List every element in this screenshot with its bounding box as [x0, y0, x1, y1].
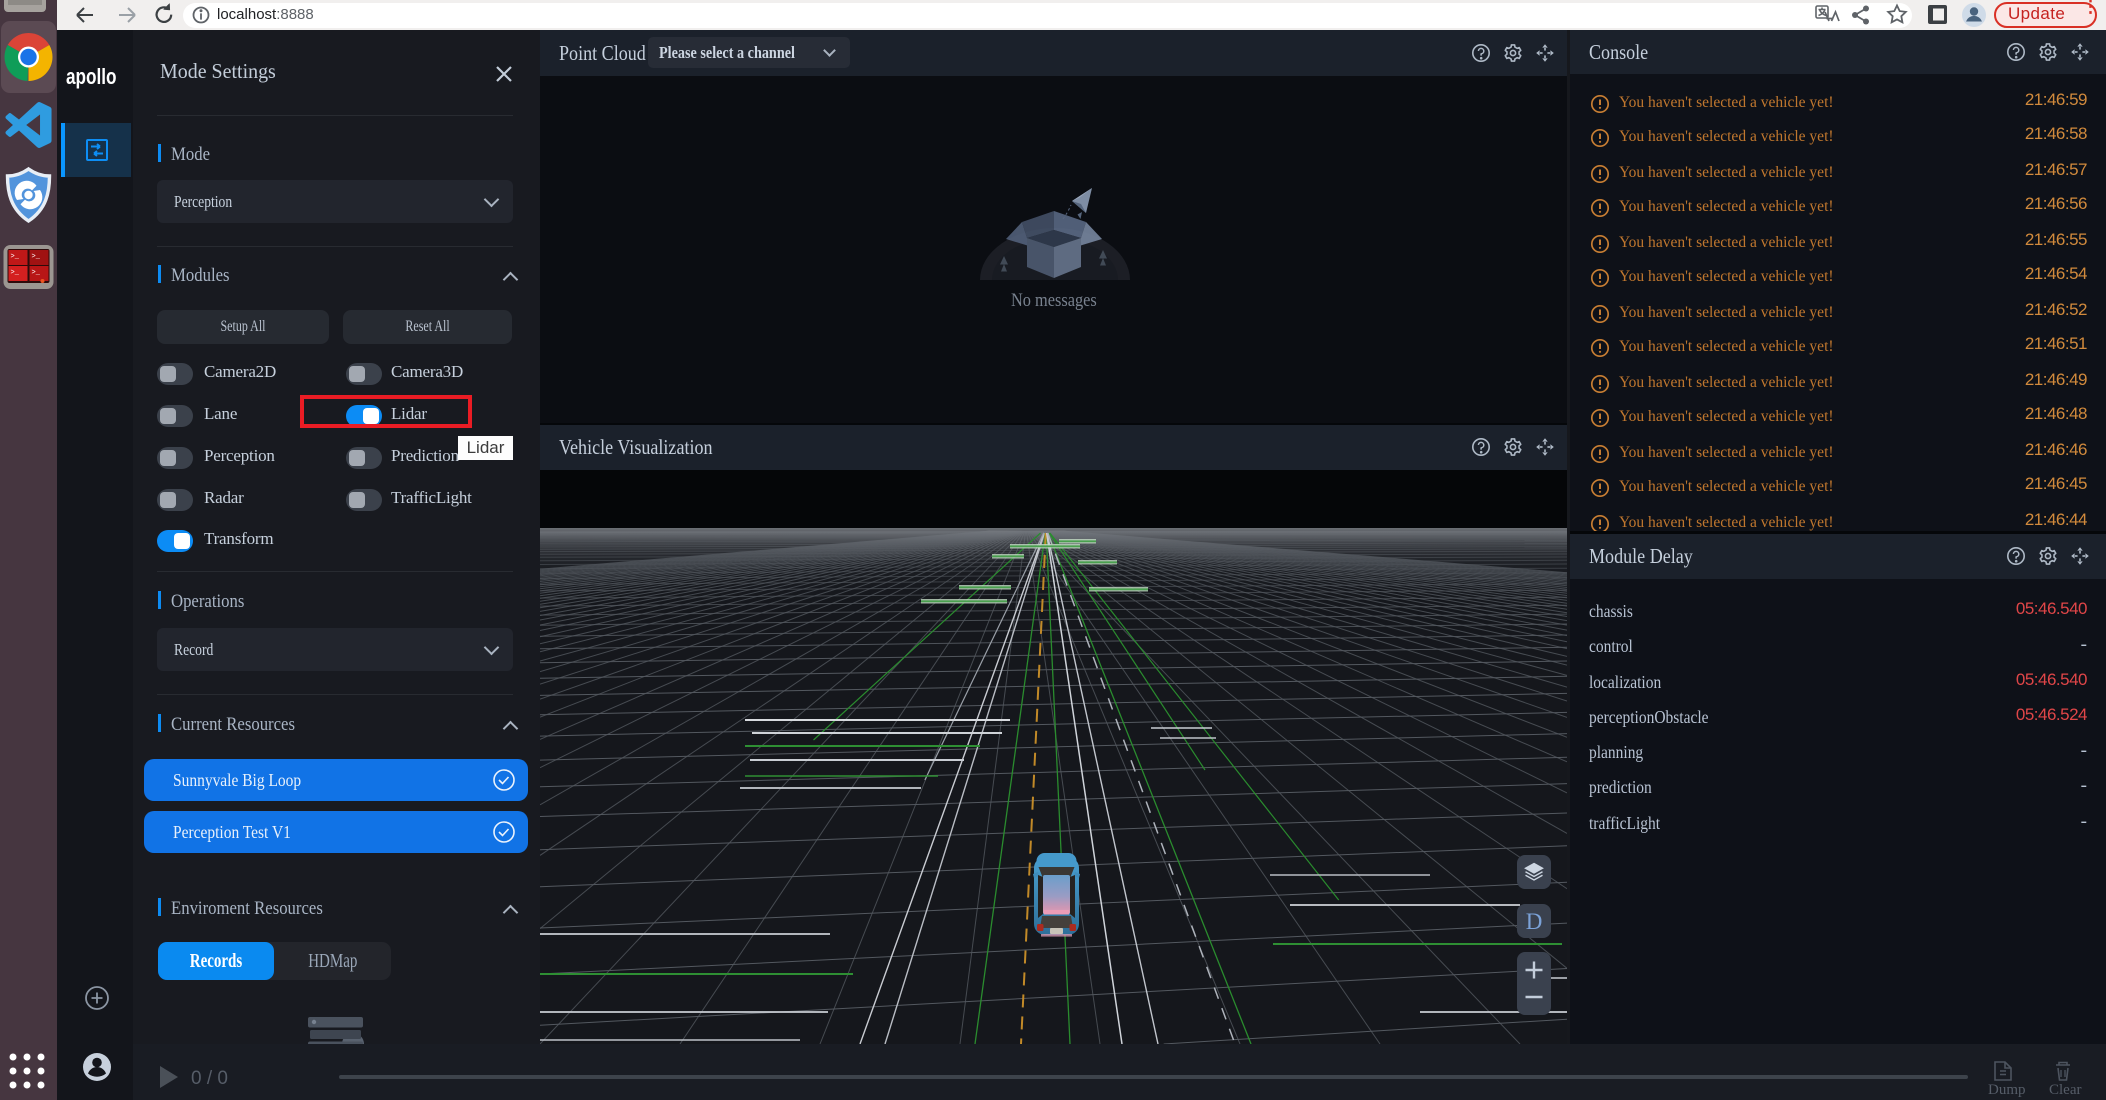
svg-text:>_: >_: [11, 269, 20, 277]
svg-text:>_: >_: [32, 253, 41, 261]
svg-text:>_: >_: [32, 269, 41, 277]
svg-text:D: D: [1526, 909, 1543, 934]
svg-text:>_: >_: [11, 253, 20, 261]
svg-text:Dump: Dump: [1988, 1082, 2026, 1098]
svg-text:0 / 0: 0 / 0: [191, 1068, 228, 1089]
svg-text:Clear: Clear: [2049, 1082, 2081, 1098]
